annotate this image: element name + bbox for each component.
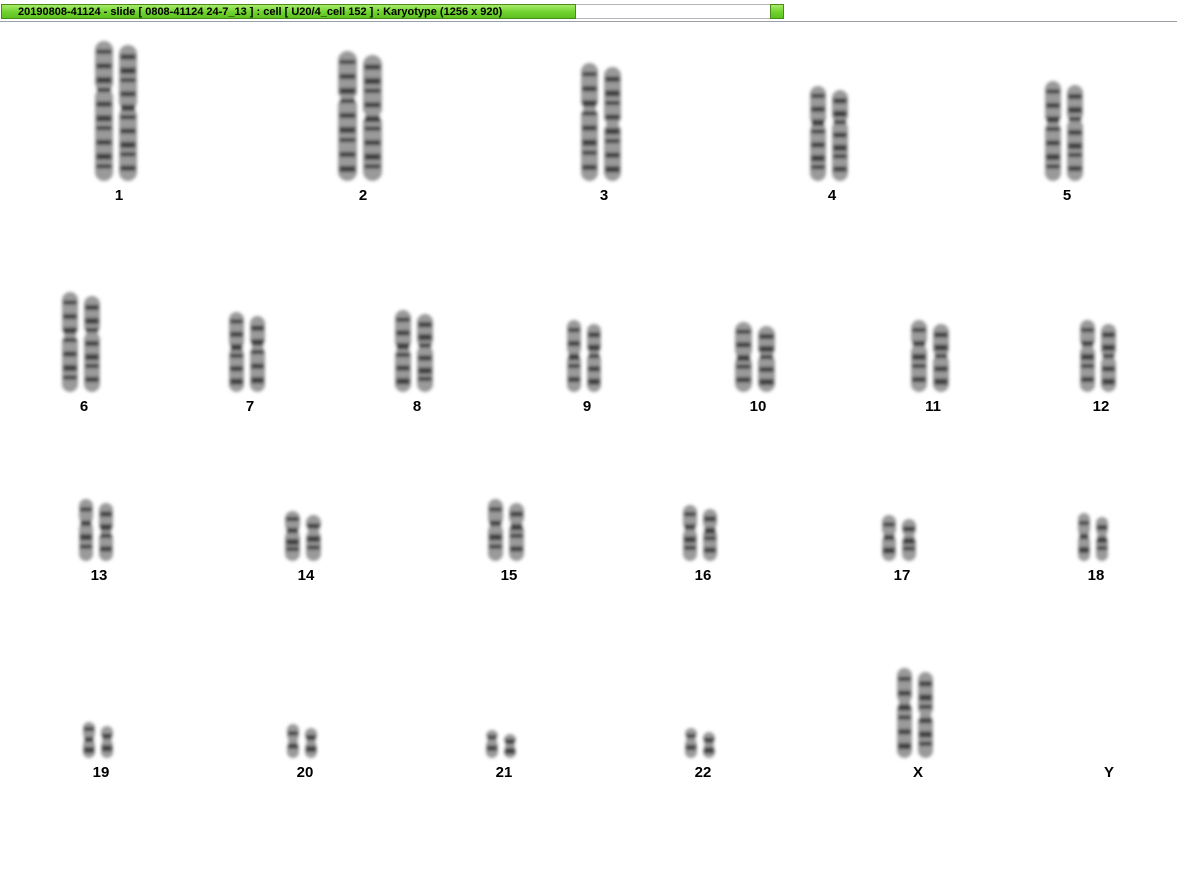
chromosome-4-right[interactable]: [828, 86, 852, 190]
chromosome-label-11: 11: [925, 398, 941, 415]
chromosome-18-left[interactable]: [1074, 509, 1094, 570]
chromosome-10-left[interactable]: [730, 318, 757, 401]
chromosome-label-4: 4: [827, 187, 837, 204]
chromosome-1-left[interactable]: [90, 37, 118, 190]
chromosome-pair-15[interactable]: [482, 495, 536, 567]
chromosome-label-y: Y: [1103, 764, 1115, 781]
chromosome-label-13: 13: [90, 567, 108, 584]
chromosome-x-right[interactable]: [914, 668, 937, 767]
chromosome-pair-12[interactable]: [1074, 316, 1128, 398]
chromosome-11-right[interactable]: [929, 320, 953, 401]
chromosome-pair-3[interactable]: [575, 59, 633, 187]
chromosome-22-right[interactable]: [699, 728, 719, 767]
chromosome-pair-9[interactable]: [561, 316, 613, 398]
chromosome-14-right[interactable]: [302, 511, 325, 570]
chromosome-4-left[interactable]: [806, 82, 830, 190]
chromosome-10-right[interactable]: [753, 322, 780, 401]
chromosome-pair-17[interactable]: [876, 511, 928, 567]
chromosome-pair-4[interactable]: [804, 82, 860, 187]
chromosome-label-8: 8: [412, 398, 422, 415]
chromosome-label-15: 15: [500, 567, 518, 584]
chromosome-3-right[interactable]: [599, 63, 626, 190]
chromosome-pair-10[interactable]: [729, 318, 787, 398]
chromosome-label-3: 3: [599, 187, 609, 204]
chromosome-label-7: 7: [245, 398, 255, 415]
chromosome-pair-19[interactable]: [77, 718, 125, 764]
chromosome-17-right[interactable]: [898, 515, 920, 570]
chromosome-8-right[interactable]: [413, 310, 437, 401]
chromosome-19-left[interactable]: [79, 718, 99, 767]
chromosome-label-19: 19: [92, 764, 110, 781]
chromosome-label-17: 17: [893, 567, 911, 584]
chromosome-label-20: 20: [296, 764, 314, 781]
chromosome-15-left[interactable]: [484, 495, 507, 570]
chromosome-18-right[interactable]: [1092, 513, 1112, 570]
chromosome-2-left[interactable]: [333, 47, 362, 190]
chromosome-pair-5[interactable]: [1039, 77, 1095, 187]
chromosome-label-16: 16: [694, 567, 712, 584]
chromosome-label-21: 21: [495, 764, 513, 781]
chromosome-1-right[interactable]: [114, 41, 142, 190]
chromosome-16-right[interactable]: [699, 505, 721, 570]
chromosome-label-14: 14: [297, 567, 315, 584]
chromosome-pair-21[interactable]: [480, 726, 528, 764]
window-title: 20190808-41124 - slide [ 0808-41124 24-7…: [18, 6, 503, 18]
chromosome-pair-x[interactable]: [891, 664, 945, 764]
chromosome-6-left[interactable]: [58, 288, 82, 401]
chromosome-21-right[interactable]: [500, 730, 520, 767]
chromosome-pair-8[interactable]: [389, 306, 445, 398]
chromosome-7-left[interactable]: [225, 308, 248, 401]
chromosome-pair-16[interactable]: [677, 501, 729, 567]
chromosome-9-left[interactable]: [563, 316, 585, 401]
chromosome-label-22: 22: [694, 764, 712, 781]
chromosome-11-left[interactable]: [907, 316, 931, 401]
chromosome-13-left[interactable]: [75, 495, 97, 570]
chromosome-13-right[interactable]: [95, 499, 117, 570]
chromosome-pair-13[interactable]: [73, 495, 125, 567]
chromosome-label-6: 6: [79, 398, 89, 415]
chromosome-pair-1[interactable]: [89, 37, 149, 187]
chromosome-label-9: 9: [582, 398, 592, 415]
chromosome-19-right[interactable]: [97, 722, 117, 767]
chromosome-9-right[interactable]: [583, 320, 605, 401]
chromosome-pair-14[interactable]: [279, 507, 333, 567]
chromosome-label-5: 5: [1062, 187, 1072, 204]
chromosome-pair-18[interactable]: [1072, 509, 1120, 567]
chromosome-x-left[interactable]: [893, 664, 916, 767]
chromosome-label-2: 2: [358, 187, 368, 204]
chromosome-5-left[interactable]: [1041, 77, 1065, 190]
chromosome-label-x: X: [912, 764, 924, 781]
chromosome-12-right[interactable]: [1097, 320, 1120, 401]
chromosome-pair-20[interactable]: [281, 720, 329, 764]
chromosome-pair-7[interactable]: [223, 308, 277, 398]
chromosome-pair-2[interactable]: [332, 47, 394, 187]
chromosome-12-left[interactable]: [1076, 316, 1099, 401]
chromosome-label-10: 10: [749, 398, 767, 415]
chromosome-22-left[interactable]: [681, 724, 701, 767]
chromosome-20-right[interactable]: [301, 724, 321, 767]
chromosome-5-right[interactable]: [1063, 81, 1087, 190]
chromosome-8-left[interactable]: [391, 306, 415, 401]
chromosome-pair-11[interactable]: [905, 316, 961, 398]
chromosome-15-right[interactable]: [505, 499, 528, 570]
chromosome-pair-22[interactable]: [679, 724, 727, 764]
title-progress-marker: [770, 4, 784, 19]
chromosome-17-left[interactable]: [878, 511, 900, 570]
chromosome-6-right[interactable]: [80, 292, 104, 401]
chromosome-label-12: 12: [1092, 398, 1110, 415]
chromosome-label-18: 18: [1087, 567, 1105, 584]
title-divider: [576, 4, 770, 19]
chromosome-pair-6[interactable]: [56, 288, 112, 398]
chromosome-14-left[interactable]: [281, 507, 304, 570]
chromosome-21-left[interactable]: [482, 726, 502, 767]
chromosome-20-left[interactable]: [283, 720, 303, 767]
chromosome-7-right[interactable]: [246, 312, 269, 401]
chromosome-2-right[interactable]: [358, 51, 387, 190]
karyotype-canvas: 1 2 3 4 5 6 7 8 9 10 11 12 13 14 15 16 17 18 19 20 21 22 X Y: [0, 22, 1177, 872]
window-title-bar: 20190808-41124 - slide [ 0808-41124 24-7…: [0, 0, 1177, 22]
chromosome-label-1: 1: [114, 187, 124, 204]
chromosome-3-left[interactable]: [576, 59, 603, 190]
chromosome-16-left[interactable]: [679, 501, 701, 570]
